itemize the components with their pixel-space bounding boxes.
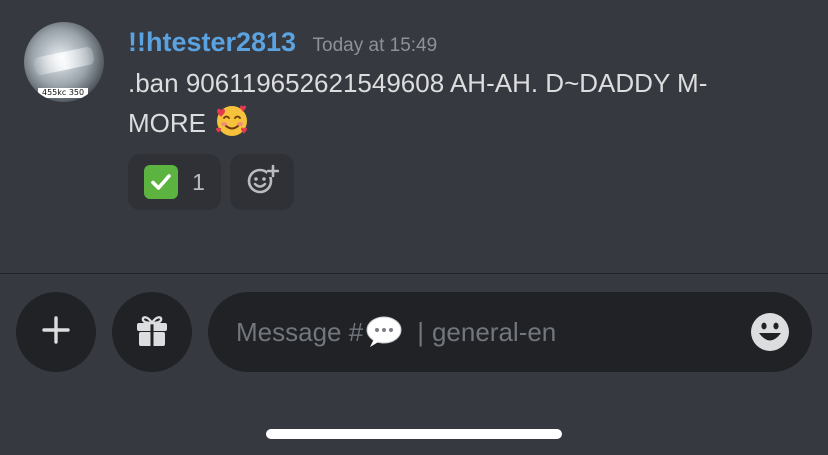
emoji-picker-button[interactable]: [750, 312, 790, 352]
smiling-face-with-hearts-icon: [213, 102, 251, 136]
gift-icon: [132, 310, 172, 355]
discord-chat-screen: 455kc 350 !!htester2813 Today at 15:49 .…: [0, 0, 828, 455]
smiley-icon: [750, 313, 790, 356]
avatar-image-streak: [32, 45, 96, 77]
username[interactable]: !!htester2813: [128, 27, 296, 57]
message-input-placeholder: Message # | general-en: [236, 292, 556, 372]
placeholder-channel: general-en: [431, 317, 557, 347]
message-header: !!htester2813 Today at 15:49: [128, 27, 437, 61]
plus-icon: [40, 314, 72, 351]
gift-button[interactable]: [112, 292, 192, 372]
message-composer: Message # | general-en: [0, 274, 828, 455]
reaction-count: 1: [192, 168, 205, 195]
timestamp: Today at 15:49: [312, 35, 438, 56]
home-indicator[interactable]: [266, 429, 562, 439]
white-check-mark-icon: [144, 165, 179, 199]
avatar[interactable]: 455kc 350: [24, 22, 104, 102]
add-reaction-icon: [245, 163, 280, 202]
message-text-line2: MORE: [128, 108, 206, 138]
attach-button[interactable]: [16, 292, 96, 372]
avatar-tag: 455kc 350: [38, 88, 89, 98]
speech-balloon-icon: [365, 300, 403, 347]
message-list[interactable]: 455kc 350 !!htester2813 Today at 15:49 .…: [0, 0, 828, 274]
message-text-line1: .ban 906119652621549608 AH-AH. D~DADDY M…: [128, 68, 708, 98]
message-input[interactable]: Message # | general-en: [208, 292, 812, 372]
add-reaction-button[interactable]: [230, 154, 294, 210]
placeholder-prefix: Message #: [236, 317, 364, 347]
message-content[interactable]: .ban 906119652621549608 AH-AH. D~DADDY M…: [128, 64, 788, 142]
placeholder-separator: |: [417, 317, 424, 347]
reaction-check[interactable]: 1: [128, 154, 221, 210]
